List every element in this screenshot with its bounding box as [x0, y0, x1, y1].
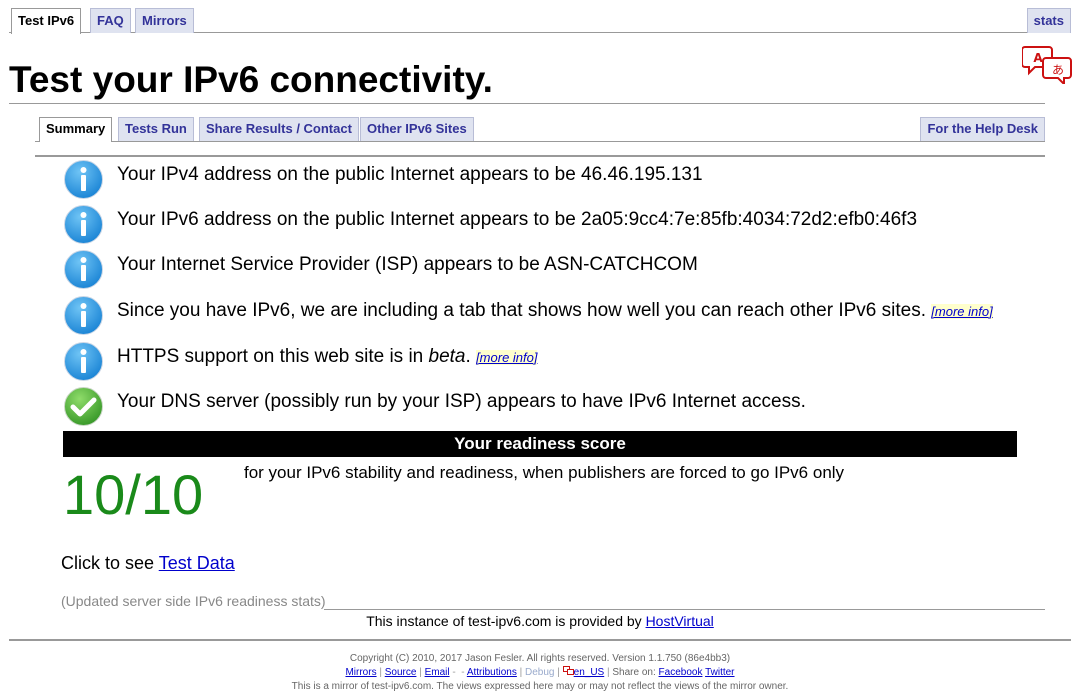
tab-mirrors[interactable]: Mirrors — [135, 8, 194, 33]
https-suffix: . — [465, 346, 471, 367]
page-title: Test your IPv6 connectivity. — [9, 59, 493, 100]
test-data-prefix: Click to see — [61, 553, 159, 573]
tab-faq[interactable]: FAQ — [90, 8, 131, 33]
readiness-score-heading: Your readiness score — [63, 431, 1017, 457]
svg-text:A: A — [1033, 51, 1043, 65]
more-info-link[interactable]: [more info] — [476, 350, 538, 365]
divider — [324, 609, 1045, 610]
tab-share-results[interactable]: Share Results / Contact — [199, 117, 359, 141]
translate-icon[interactable]: A あ — [1022, 44, 1074, 84]
title-divider — [9, 103, 1045, 104]
https-prefix: HTTPS support on this web site is in — [117, 346, 429, 367]
share-label: Share on: — [612, 667, 656, 678]
dns-text: Your DNS server (possibly run by your IS… — [117, 391, 806, 412]
instance-line: This instance of test-ipv6.com is provid… — [0, 612, 1080, 630]
ipv6-tab-text: Since you have IPv6, we are including a … — [117, 299, 993, 324]
ipv4-text: Your IPv4 address on the public Internet… — [117, 164, 703, 185]
https-beta: beta — [428, 346, 466, 367]
info-icon — [64, 250, 103, 289]
tab-other-ipv6-sites[interactable]: Other IPv6 Sites — [360, 117, 474, 141]
footer-copyright: Copyright (C) 2010, 2017 Jason Fesler. A… — [349, 653, 731, 664]
updated-stats-link[interactable]: (Updated server side IPv6 readiness stat… — [61, 592, 326, 610]
readiness-score-description: for your IPv6 stability and readiness, w… — [244, 463, 845, 482]
share-facebook[interactable]: Facebook — [659, 667, 703, 678]
check-icon — [64, 387, 103, 426]
ipv6-tab-note: Since you have IPv6, we are including a … — [117, 300, 927, 321]
top-nav: Test IPv6 FAQ Mirrors stats — [9, 8, 1071, 34]
instance-prefix: This instance of test-ipv6.com is provid… — [366, 613, 646, 629]
info-icon — [64, 342, 103, 381]
tab-test-ipv6[interactable]: Test IPv6 — [11, 8, 82, 34]
tab-stats[interactable]: stats — [1026, 8, 1071, 33]
tabs-divider — [35, 155, 1045, 157]
readiness-score-value: 10/10 — [63, 463, 204, 526]
https-text: HTTPS support on this web site is in bet… — [117, 345, 538, 370]
share-twitter[interactable]: Twitter — [705, 667, 734, 678]
info-icon — [64, 296, 103, 335]
tab-summary[interactable]: Summary — [39, 117, 113, 142]
footer-link-debug[interactable]: Debug — [525, 667, 554, 678]
footer-link-attributions[interactable]: Attributions — [467, 667, 517, 678]
more-info-link[interactable]: [more info] — [931, 304, 993, 319]
footer-link-source[interactable]: Source — [385, 667, 417, 678]
test-data-line: Click to see Test Data — [61, 551, 235, 575]
tab-help-desk[interactable]: For the Help Desk — [920, 117, 1045, 141]
isp-text: Your Internet Service Provider (ISP) app… — [117, 254, 698, 275]
svg-text:あ: あ — [1052, 63, 1064, 77]
info-icon — [64, 160, 103, 199]
footer-divider — [9, 639, 1071, 641]
footer-link-mirrors[interactable]: Mirrors — [345, 667, 376, 678]
results-tabs: Summary Tests Run Share Results / Contac… — [35, 117, 1045, 142]
info-icon — [64, 205, 103, 244]
hostvirtual-link[interactable]: HostVirtual — [646, 613, 714, 629]
test-data-link[interactable]: Test Data — [159, 553, 235, 573]
footer-link-locale[interactable]: en_US — [574, 667, 605, 678]
footer-links: Mirrors | Source | Email - - Attribution… — [345, 666, 735, 678]
translate-icon-small — [562, 666, 574, 675]
footer-link-email[interactable]: Email — [425, 667, 450, 678]
ipv6-text: Your IPv6 address on the public Internet… — [117, 209, 918, 230]
footer-mirror-note: This is a mirror of test-ipv6.com. The v… — [291, 681, 789, 692]
tab-tests-run[interactable]: Tests Run — [118, 117, 194, 141]
